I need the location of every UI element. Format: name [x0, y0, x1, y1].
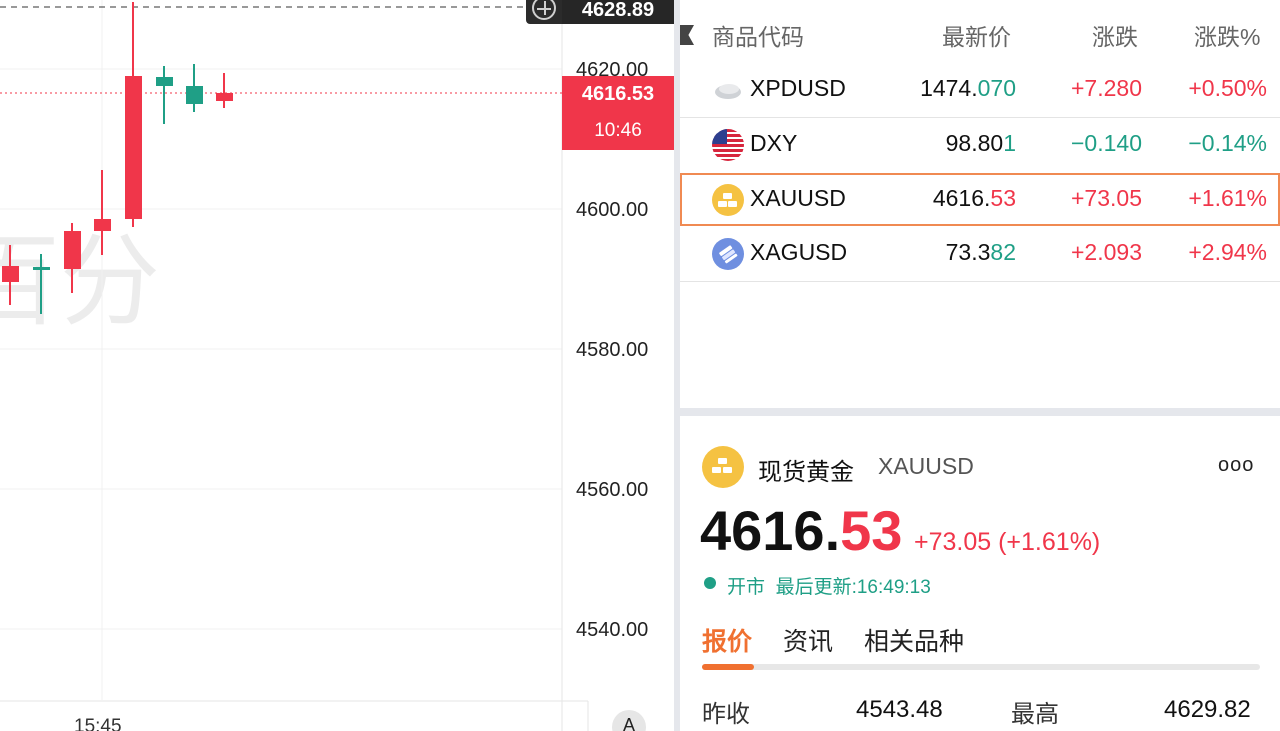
prev-close-label: 昨收	[702, 701, 750, 728]
row-percent: −0.14%	[1188, 130, 1267, 156]
row-code: XAUUSD	[750, 185, 846, 211]
header-percent[interactable]: 涨跌%	[1194, 18, 1260, 52]
gold-icon	[702, 446, 744, 488]
price-axis-label: 4560.00	[576, 479, 649, 501]
instrument-name: 现货黄金	[758, 459, 854, 486]
price-axis-label: 4540.00	[576, 619, 649, 641]
tab-related[interactable]: 相关品种	[864, 622, 964, 658]
market-status: 开市 最后更新:16:49:13	[727, 577, 931, 598]
price-change: +73.05 (+1.61%)	[914, 528, 1101, 556]
time-axis-label: 15:45	[74, 716, 122, 731]
current-price: 4616.53	[700, 499, 903, 562]
candle	[125, 76, 142, 219]
price-axis-label: 4600.00	[576, 199, 649, 221]
candle	[64, 231, 81, 269]
candle-countdown: 10:46	[594, 120, 642, 141]
row-change: +73.05	[1071, 185, 1142, 211]
high-label: 最高	[1011, 701, 1059, 728]
row-change: +7.280	[1071, 75, 1142, 101]
candle	[33, 267, 50, 270]
row-code: XPDUSD	[750, 75, 846, 101]
row-code: DXY	[750, 130, 798, 156]
row-change: −0.140	[1071, 130, 1142, 156]
gold-icon	[712, 184, 744, 216]
watchlist-row-xagusd[interactable]: XAGUSD 73.382 +2.093 +2.94%	[680, 227, 1280, 281]
watchlist-row-dxy[interactable]: DXY 98.801 −0.140 −0.14%	[680, 118, 1280, 172]
bookmark-icon	[680, 25, 694, 45]
row-code: XAGUSD	[750, 239, 848, 265]
more-options-icon[interactable]: ooo	[1218, 454, 1254, 477]
tab-track	[702, 664, 1260, 670]
candlestick-chart[interactable]: 百分 4620.00 4600.00 4580.00 4560.00 4540.…	[0, 0, 674, 731]
market-status-dot	[704, 577, 716, 589]
crosshair-price-label: 4628.89	[562, 0, 674, 24]
us-flag-icon	[712, 129, 744, 161]
row-price: 1474.070	[920, 75, 1016, 101]
instrument-detail: 现货黄金 XAUUSD ooo 4616.53 +73.05 (+1.61%) …	[680, 416, 1280, 731]
last-price-tag: 4616.53 10:46	[562, 76, 674, 150]
header-code[interactable]: 商品代码	[712, 18, 804, 52]
row-price: 4616.53	[932, 185, 1016, 211]
candle	[2, 266, 19, 282]
row-price: 73.382	[945, 239, 1016, 265]
prev-close-value: 4543.48	[856, 696, 943, 723]
crosshair-button[interactable]	[526, 0, 562, 24]
tab-news[interactable]: 资讯	[783, 622, 833, 658]
palladium-icon	[712, 74, 744, 106]
row-percent: +0.50%	[1188, 75, 1267, 101]
row-divider	[680, 281, 1280, 282]
high-value: 4629.82	[1164, 696, 1251, 723]
instrument-code: XAUUSD	[878, 453, 974, 479]
header-price[interactable]: 最新价	[942, 18, 1011, 52]
candle	[186, 86, 203, 104]
crosshair-icon	[532, 0, 556, 20]
row-percent: +2.94%	[1188, 239, 1267, 265]
tab-indicator	[702, 664, 754, 670]
candle	[216, 93, 233, 101]
section-divider	[680, 408, 1280, 416]
candle	[94, 219, 111, 231]
row-price: 98.801	[945, 130, 1016, 156]
price-axis-label: 4580.00	[576, 339, 649, 361]
header-change[interactable]: 涨跌	[1092, 18, 1138, 52]
silver-icon	[712, 238, 744, 270]
watchlist: 商品代码 最新价 涨跌 涨跌% XPDUSD 1474.070 +7.280 +…	[680, 0, 1280, 408]
candle	[156, 77, 173, 86]
watchlist-row-xauusd[interactable]: XAUUSD 4616.53 +73.05 +1.61%	[680, 173, 1280, 226]
watchlist-row-xpdusd[interactable]: XPDUSD 1474.070 +7.280 +0.50%	[680, 63, 1280, 117]
last-price-value: 4616.53	[581, 83, 655, 105]
row-change: +2.093	[1071, 239, 1142, 265]
tab-quote[interactable]: 报价	[702, 622, 752, 658]
row-percent: +1.61%	[1188, 185, 1267, 211]
